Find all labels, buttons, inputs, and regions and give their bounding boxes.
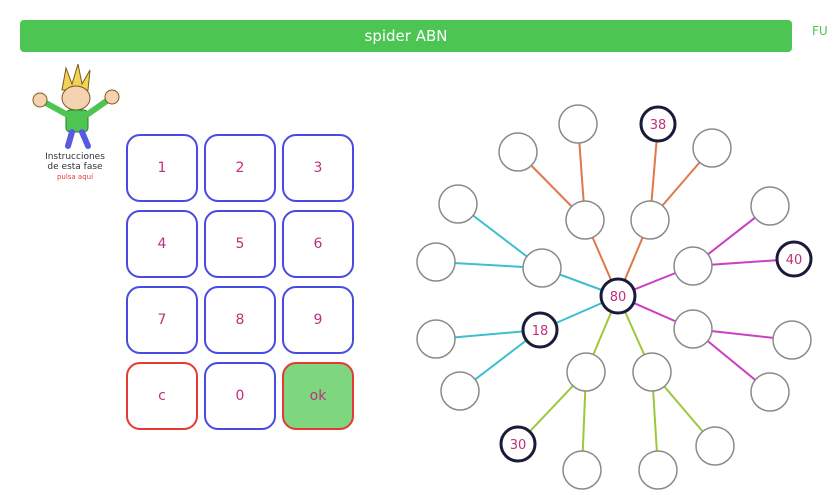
key-5[interactable]: 5 [204, 210, 276, 278]
given-node-right: 40 [775, 240, 813, 278]
center-node: 80 [599, 277, 637, 315]
instructions-line2: de esta fase [47, 162, 103, 172]
answer-slot[interactable] [565, 200, 605, 240]
given-value: 18 [532, 324, 549, 339]
spider-diagram: 80 38 40 18 30 [416, 104, 813, 490]
answer-slot[interactable] [673, 246, 713, 286]
clear-key[interactable]: c [126, 362, 198, 430]
answer-slot[interactable] [638, 450, 678, 490]
ok-key[interactable]: ok [282, 362, 354, 430]
answer-slot[interactable] [416, 319, 456, 359]
given-value: 38 [650, 118, 667, 133]
answer-slot[interactable] [750, 372, 790, 412]
answer-slot[interactable] [416, 242, 456, 282]
answer-slot[interactable] [673, 309, 713, 349]
key-3[interactable]: 3 [282, 134, 354, 202]
answer-slot[interactable] [630, 200, 670, 240]
answer-slot[interactable] [632, 352, 672, 392]
instructions-hint: pulsa aquí [56, 173, 94, 181]
mascot-character-icon[interactable] [22, 60, 126, 152]
game-title: spider ABN [364, 27, 448, 45]
answer-slot[interactable] [772, 320, 812, 360]
title-bar: spider ABN [20, 20, 792, 52]
corner-label[interactable]: FU [812, 24, 828, 38]
answer-slot[interactable] [558, 104, 598, 144]
key-9[interactable]: 9 [282, 286, 354, 354]
given-value: 40 [786, 253, 803, 268]
answer-slot[interactable] [750, 186, 790, 226]
answer-slot[interactable] [522, 248, 562, 288]
key-8[interactable]: 8 [204, 286, 276, 354]
answer-slot[interactable] [566, 352, 606, 392]
answer-slot[interactable] [498, 132, 538, 172]
key-7[interactable]: 7 [126, 286, 198, 354]
key-0[interactable]: 0 [204, 362, 276, 430]
key-2[interactable]: 2 [204, 134, 276, 202]
answer-slot[interactable] [562, 450, 602, 490]
number-keypad: 1 2 3 4 5 6 7 8 9 c 0 ok [126, 134, 360, 438]
answer-slot[interactable] [440, 371, 480, 411]
instructions-line1: Instrucciones [45, 152, 105, 162]
key-6[interactable]: 6 [282, 210, 354, 278]
key-1[interactable]: 1 [126, 134, 198, 202]
answer-slot[interactable] [692, 128, 732, 168]
given-node-top: 38 [639, 105, 677, 143]
center-value: 80 [610, 290, 627, 305]
given-value: 30 [510, 438, 527, 453]
instructions-link[interactable]: Instrucciones de esta fase pulsa aquí [20, 152, 130, 182]
given-node-bottom: 30 [499, 425, 537, 463]
given-node-left: 18 [521, 311, 559, 349]
key-4[interactable]: 4 [126, 210, 198, 278]
answer-slot[interactable] [695, 426, 735, 466]
answer-slot[interactable] [438, 184, 478, 224]
